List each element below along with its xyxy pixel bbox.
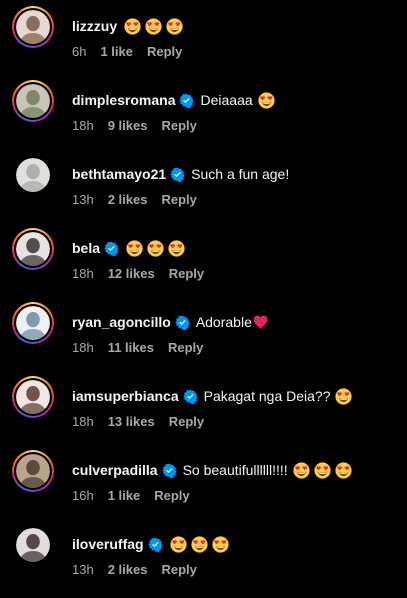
comment-timestamp: 13h <box>72 562 94 577</box>
heart-eyes-emoji-icon <box>334 461 352 479</box>
comment-body: bela <box>72 238 185 258</box>
comment-item: iamsuperbianca Pakagat nga Deia?? 18h 13 li… <box>0 376 407 450</box>
comment-username[interactable]: bela <box>72 240 100 256</box>
comment-body: lizzzuy <box>72 16 183 36</box>
comment-meta: 16h 1 like Reply <box>72 488 190 503</box>
heart-eyes-emoji-icon <box>124 17 141 35</box>
comment-item: bethtamayo21 Such a fun age! 13h 2 likes Rep… <box>0 154 407 228</box>
comment-item: culverpadilla So beautifullllll!!!! 16h 1 l… <box>0 450 407 524</box>
comment-timestamp: 18h <box>72 266 94 281</box>
comment-timestamp: 16h <box>72 488 94 503</box>
comment-username[interactable]: lizzzuy <box>72 18 117 34</box>
comment-meta: 6h 1 like Reply <box>72 44 182 59</box>
verified-badge-icon <box>161 463 177 478</box>
comment-username[interactable]: culverpadilla <box>72 462 158 478</box>
comment-body: iloveruffag <box>72 534 229 554</box>
red-heart-icon <box>253 315 268 329</box>
heart-eyes-emoji-icon <box>126 239 143 257</box>
reply-button[interactable]: Reply <box>161 562 196 577</box>
reply-button[interactable]: Reply <box>169 266 204 281</box>
reply-button[interactable]: Reply <box>154 488 189 503</box>
comment-text: Pakagat nga Deia?? <box>203 388 331 404</box>
avatar[interactable] <box>12 450 54 492</box>
comment-timestamp: 18h <box>72 118 94 133</box>
heart-eyes-emoji-icon <box>313 461 331 479</box>
reply-button[interactable]: Reply <box>168 340 203 355</box>
comment-likes-count[interactable]: 13 likes <box>108 414 155 429</box>
comment-timestamp: 18h <box>72 414 94 429</box>
comment-likes-count[interactable]: 2 likes <box>108 562 148 577</box>
heart-eyes-emoji-icon <box>147 239 164 257</box>
comment-likes-count[interactable]: 9 likes <box>108 118 148 133</box>
comment-meta: 18h 9 likes Reply <box>72 118 197 133</box>
comment-username[interactable]: ryan_agoncillo <box>72 314 171 330</box>
heart-eyes-emoji-icon <box>190 535 208 553</box>
comment-likes-count[interactable]: 1 like <box>100 44 133 59</box>
comment-text: Adorable <box>195 314 252 330</box>
verified-badge-icon <box>175 315 190 330</box>
heart-eyes-emoji-icon <box>166 17 183 35</box>
avatar[interactable] <box>12 6 54 48</box>
comment-username[interactable]: bethtamayo21 <box>72 166 166 182</box>
avatar[interactable] <box>12 376 54 418</box>
avatar[interactable] <box>13 155 53 195</box>
comment-username[interactable]: iloveruffag <box>72 536 144 552</box>
comment-body: ryan_agoncillo Adorable <box>72 312 268 332</box>
heart-eyes-emoji-icon <box>257 91 275 109</box>
comment-body: culverpadilla So beautifullllll!!!! <box>72 460 352 480</box>
verified-badge-icon <box>179 93 195 108</box>
comment-meta: 18h 13 likes Reply <box>72 414 204 429</box>
reply-button[interactable]: Reply <box>161 118 196 133</box>
heart-eyes-emoji-icon <box>292 461 310 479</box>
comment-username[interactable]: iamsuperbianca <box>72 388 179 404</box>
comment-item: iloveruffag 13h 2 likes Reply <box>0 524 407 598</box>
comment-text: Deiaaaa <box>200 92 253 108</box>
avatar[interactable] <box>13 525 53 565</box>
verified-badge-icon <box>104 241 119 256</box>
comment-timestamp: 6h <box>72 44 87 59</box>
avatar[interactable] <box>12 302 54 344</box>
comment-item: lizzzuy 6h 1 like Reply <box>0 6 407 80</box>
heart-eyes-emoji-icon <box>168 239 185 257</box>
comment-item: ryan_agoncillo Adorable 18h 11 likes Reply <box>0 302 407 376</box>
heart-eyes-emoji-icon <box>211 535 229 553</box>
comment-username[interactable]: dimplesromana <box>72 92 175 108</box>
comment-body: iamsuperbianca Pakagat nga Deia?? <box>72 386 353 406</box>
comment-meta: 13h 2 likes Reply <box>72 562 197 577</box>
comment-body: bethtamayo21 Such a fun age! <box>72 164 289 184</box>
verified-badge-icon <box>147 537 163 552</box>
comment-likes-count[interactable]: 2 likes <box>108 192 148 207</box>
comment-timestamp: 18h <box>72 340 94 355</box>
heart-eyes-emoji-icon <box>169 535 187 553</box>
comment-meta: 13h 2 likes Reply <box>72 192 197 207</box>
comment-item: dimplesromana Deiaaaa 18h 9 likes Reply <box>0 80 407 154</box>
comment-likes-count[interactable]: 11 likes <box>108 340 154 355</box>
avatar[interactable] <box>12 80 54 122</box>
comment-text: Such a fun age! <box>191 166 290 182</box>
comment-timestamp: 13h <box>72 192 94 207</box>
comment-likes-count[interactable]: 1 like <box>108 488 141 503</box>
verified-badge-icon <box>170 167 185 182</box>
heart-eyes-emoji-icon <box>145 17 162 35</box>
heart-eyes-emoji-icon <box>335 387 353 405</box>
reply-button[interactable]: Reply <box>161 192 196 207</box>
comment-likes-count[interactable]: 12 likes <box>108 266 155 281</box>
comment-meta: 18h 12 likes Reply <box>72 266 204 281</box>
verified-badge-icon <box>182 389 198 404</box>
comment-meta: 18h 11 likes Reply <box>72 340 203 355</box>
comment-body: dimplesromana Deiaaaa <box>72 90 275 110</box>
reply-button[interactable]: Reply <box>169 414 204 429</box>
avatar[interactable] <box>12 228 54 270</box>
reply-button[interactable]: Reply <box>147 44 182 59</box>
comment-item: bela 18h 12 likes Reply <box>0 228 407 302</box>
comment-text: So beautifullllll!!!! <box>182 462 288 478</box>
